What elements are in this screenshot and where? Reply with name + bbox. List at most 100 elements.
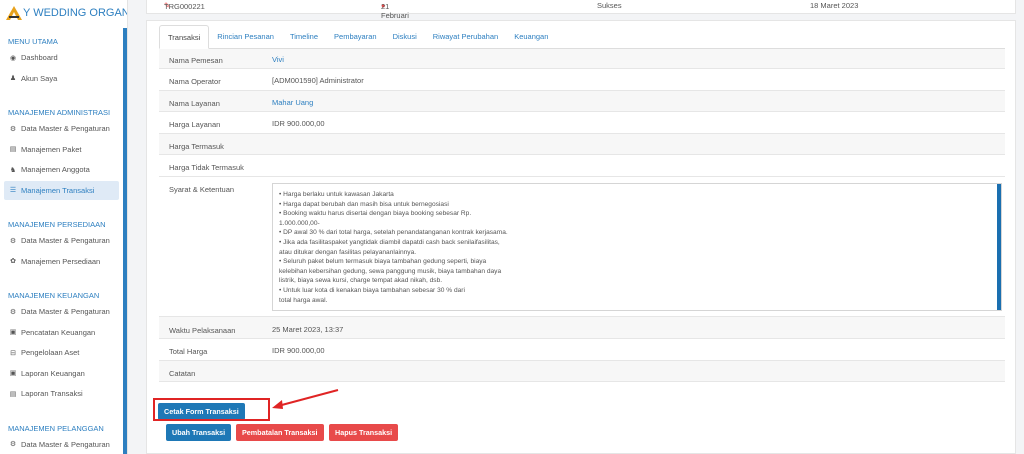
tab-pembayaran[interactable]: Pembayaran (326, 25, 385, 49)
drive-icon: ⊟ (10, 349, 16, 357)
sidebar-item-label: Laporan Keuangan (21, 368, 85, 378)
transaction-row-strip: TRG000221 ✎ 21 Februari 2023, 13:37 ● Su… (146, 0, 1016, 38)
field-label: Harga Termasuk (169, 142, 224, 151)
dashboard-icon: ◉ (9, 54, 17, 62)
field-label: Syarat & Ketentuan (169, 185, 235, 194)
cogs-icon: ⚙ (9, 441, 17, 448)
sidebar-item-label: Data Master & Pengaturan (21, 236, 110, 245)
operator-value: [ADM001590] Administrator (272, 76, 364, 85)
terms-textarea[interactable]: • Harga berlaku untuk kawasan Jakarta • H… (272, 183, 1002, 311)
sidebar-item-label: Manajemen Persediaan (21, 256, 101, 266)
terms-line: • Untuk luar kota di kenakan biaya tamba… (279, 286, 465, 294)
list-icon: ☰ (9, 187, 17, 194)
sidebar-section-heading: MENU UTAMA (8, 37, 58, 46)
field-label: Nama Layanan (169, 99, 220, 108)
tab-riwayat-perubahan[interactable]: Riwayat Perubahan (425, 25, 506, 49)
field-label: Waktu Pelaksanaan (169, 326, 236, 335)
terms-line: • Jika ada fasilitaspaket yangtidak diam… (279, 238, 500, 246)
sidebar-section-heading: MANAJEMEN ADMINISTRASI (8, 108, 111, 117)
terms-line: atau ditukar dengan fasilitas pelayananl… (279, 248, 417, 256)
book-icon: ▤ (9, 390, 17, 398)
sidebar-item-label: Manajemen Transaksi (21, 185, 95, 195)
transaction-code[interactable]: TRG000221 ✎ (164, 1, 205, 11)
annotation-arrow-icon (272, 389, 339, 409)
sidebar-item-pencatatan-keuangan[interactable]: ▣ Pencatatan Keuangan (4, 323, 119, 342)
sidebar-item-laporan-transaksi[interactable]: ▤ Laporan Transaksi (4, 384, 119, 403)
terms-scrollbar[interactable] (997, 184, 1001, 310)
terms-line: • Harga berlaku untuk kawasan Jakarta (279, 191, 394, 198)
sidebar-item-label: Manajemen Paket (21, 144, 82, 154)
edit-transaction-button[interactable]: Ubah Transaksi (166, 424, 232, 441)
field-label: Catatan (169, 369, 196, 378)
terms-line: • DP awal 30 % dari total harga, setelah… (279, 229, 508, 237)
sidebar-item-label: Akun Saya (21, 73, 58, 83)
sidebar-item-manajemen-transaksi[interactable]: ☰ Manajemen Transaksi (4, 180, 119, 200)
sidebar-item-label: Manajemen Anggota (21, 165, 90, 174)
sidebar-item-label: Laporan Transaksi (21, 389, 83, 398)
table-row: Syarat & Ketentuan • Harga berlaku untuk… (159, 177, 1005, 317)
terms-line: kelebihan kebersihan gedung, sewa panggu… (279, 267, 502, 275)
book-icon: ▤ (9, 146, 17, 153)
tab-keuangan[interactable]: Keuangan (506, 25, 556, 49)
sidebar-item-label: Data Master & Pengaturan (21, 307, 110, 316)
sidebar-item-laporan-keuangan[interactable]: ▣ Laporan Keuangan (4, 364, 119, 383)
brand-text: Y WEDDING ORGANIZE (23, 7, 127, 19)
total-price-value: IDR 900.000,00 (272, 346, 325, 355)
field-label: Nama Operator (169, 77, 221, 86)
money-icon: ▣ (9, 370, 17, 377)
sidebar-section-heading: MANAJEMEN PERSEDIAAN (8, 220, 106, 229)
table-row: Total Harga IDR 900.000,00 (159, 339, 1005, 361)
terms-line: listrik, biaya sewa kursi, charge tempat… (279, 277, 443, 285)
field-label: Harga Layanan (169, 120, 221, 129)
brand[interactable]: Y WEDDING ORGANIZE (0, 0, 127, 26)
sidebar-item-data-master-pengaturan[interactable]: ⚙ Data Master & Pengaturan (4, 119, 119, 138)
sidebar: Y WEDDING ORGANIZE MENU UTAMA ◉ Dashboard ♟… (0, 0, 128, 454)
table-row: Waktu Pelaksanaan 25 Maret 2023, 13:37 (159, 317, 1005, 339)
tab-timeline[interactable]: Timeline (282, 25, 326, 49)
sidebar-item-manajemen-persediaan[interactable]: ✿ Manajemen Persediaan (4, 252, 119, 271)
customer-name-link[interactable]: Vivi (272, 55, 284, 64)
sidebar-item-label: Pengelolaan Aset (21, 348, 80, 357)
cancel-transaction-button[interactable]: Pembatalan Transaksi (236, 424, 324, 441)
tab-diskusi[interactable]: Diskusi (385, 25, 425, 49)
terms-line: • Harga dapat berubah dan masih bisa unt… (279, 200, 449, 208)
boxes-icon: ✿ (10, 258, 16, 265)
user-icon: ♟ (9, 75, 17, 82)
sidebar-item-data-master-pengaturan[interactable]: ⚙ Data Master & Pengaturan (4, 302, 119, 321)
sidebar-item-dashboard[interactable]: ◉ Dashboard (4, 48, 119, 67)
cogs-icon: ⚙ (9, 308, 17, 316)
service-link[interactable]: Mahar Uang (272, 98, 313, 107)
service-price-value: IDR 900.000,00 (272, 119, 325, 128)
table-row: Harga Termasuk (159, 134, 1005, 155)
sidebar-item-label: Pencatatan Keuangan (21, 327, 96, 337)
logo-icon (6, 6, 22, 20)
sidebar-scrollbar[interactable] (123, 28, 127, 454)
field-label: Nama Pemesan (169, 56, 223, 65)
sidebar-item-akun-saya[interactable]: ♟ Akun Saya (4, 69, 119, 88)
sidebar-item-manajemen-anggota[interactable]: ♞ Manajemen Anggota (4, 160, 119, 179)
sidebar-item-data-master-pengaturan[interactable]: ⚙ Data Master & Pengaturan (4, 435, 119, 454)
table-row: Nama Layanan Mahar Uang (159, 91, 1005, 112)
field-label: Harga Tidak Termasuk (169, 163, 244, 172)
sidebar-item-data-master-pengaturan[interactable]: ⚙ Data Master & Pengaturan (4, 231, 119, 250)
tab-rincian-pesanan[interactable]: Rincian Pesanan (209, 25, 282, 49)
table-row: Nama Pemesan Vivi (159, 49, 1005, 69)
terms-line: 1.000.000,00- (279, 219, 320, 227)
delete-transaction-button[interactable]: Hapus Transaksi (329, 424, 399, 441)
terms-line: • Booking waktu harus disertai dengan bi… (279, 210, 472, 218)
sidebar-item-label: Data Master & Pengaturan (21, 439, 110, 449)
sidebar-item-label: Data Master & Pengaturan (21, 124, 110, 133)
money-icon: ▣ (9, 329, 17, 336)
tab-bar: Transaksi Rincian Pesanan Timeline Pemba… (159, 25, 1005, 49)
field-label: Total Harga (169, 347, 208, 356)
sidebar-item-manajemen-paket[interactable]: ▤ Manajemen Paket (4, 140, 119, 159)
tab-transaksi[interactable]: Transaksi (159, 25, 210, 49)
table-row: Nama Operator [ADM001590] Administrator (159, 69, 1005, 91)
transaction-end-date: 18 Maret 2023 (810, 1, 859, 10)
transaction-date: 21 Februari 2023, 13:37 ● (381, 1, 409, 38)
detail-table: Nama Pemesan Vivi Nama Operator [ADM0015… (159, 49, 1005, 382)
table-row: Catatan (159, 361, 1005, 382)
sidebar-item-pengelolaan-aset[interactable]: ⊟ Pengelolaan Aset (4, 343, 119, 362)
cogs-icon: ⚙ (9, 125, 17, 133)
sidebar-section-heading: MANAJEMEN PELANGGAN (8, 423, 104, 433)
